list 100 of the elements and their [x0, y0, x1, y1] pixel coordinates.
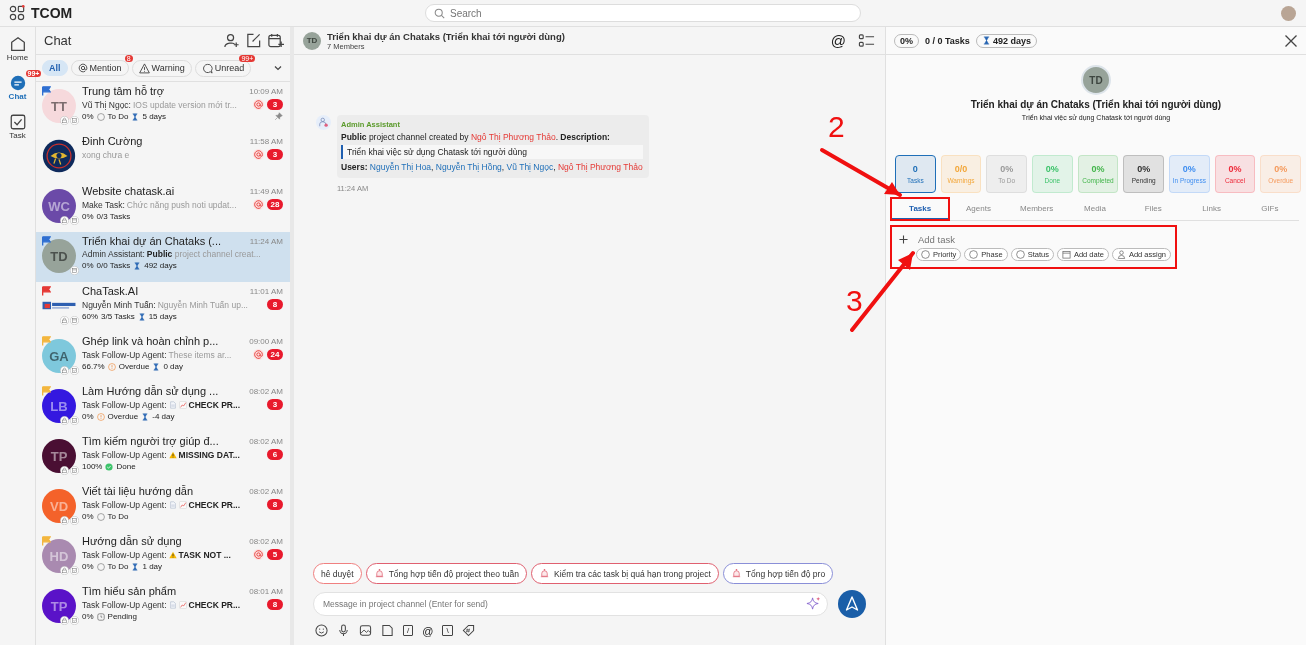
- search-field[interactable]: Search: [425, 4, 861, 22]
- filter-chip[interactable]: All: [42, 60, 68, 76]
- tab[interactable]: GIFs: [1240, 198, 1299, 220]
- sparkle-icon[interactable]: [806, 596, 821, 611]
- sender-name: Task Follow-Up Agent:: [82, 549, 167, 560]
- tab[interactable]: Media: [1065, 198, 1125, 220]
- plus-icon[interactable]: [899, 235, 908, 244]
- suggestion-chip[interactable]: Kiểm tra các task bị quá hạn trong project: [530, 563, 719, 584]
- message-input[interactable]: Message in project channel (Enter for send): [313, 592, 828, 616]
- conversation-name: Tìm kiếm người trợ giúp đ...: [82, 435, 219, 447]
- apps-icon[interactable]: [9, 5, 25, 21]
- chat-bubble-icon: [8, 74, 27, 92]
- progress-percent: 0%: [82, 512, 94, 521]
- send-button[interactable]: [838, 590, 866, 618]
- tab[interactable]: Agents: [949, 198, 1008, 220]
- suggestion-chip[interactable]: hê duyệt: [313, 563, 362, 584]
- checklist-icon[interactable]: [858, 32, 875, 49]
- mention-button[interactable]: @: [422, 624, 434, 637]
- days-remaining: -4 day: [152, 412, 175, 421]
- chart-icon: [178, 600, 187, 609]
- conversation-item[interactable]: ChaTask.AI 11:01 AM Nguyễn Minh Tuấn: Nguyễn Minh Tuấn up... 8 60% 3/5 Tasks 15 days: [36, 282, 290, 332]
- task-count: 3/5 Tasks: [101, 312, 135, 321]
- conversation-item[interactable]: HD Hướng dẫn sử dụng 08:02 AM Task Follow-Up Agent: TASK NOT ... 5 0% To Do 1 day: [36, 532, 290, 582]
- nav-item[interactable]: Home: [6, 35, 29, 62]
- tab[interactable]: Links: [1182, 198, 1241, 220]
- conversation-item[interactable]: TP Tìm hiểu sản phẩm 08:01 AM Task Follow-Up Agent: CHECK PR... 8 0% Pending: [36, 582, 290, 632]
- suggestion-chip[interactable]: Tổng hợp tiến độ pro: [722, 563, 834, 584]
- unread-badge: 3: [267, 399, 283, 410]
- progress-percent: 0%: [82, 261, 94, 270]
- sender-name: Task Follow-Up Agent:: [82, 449, 167, 460]
- exclamation-circle-icon: [107, 362, 116, 371]
- lock-icon: [60, 416, 69, 425]
- nav-item[interactable]: Chat: [8, 74, 27, 101]
- timestamp: 11:49 AM: [249, 186, 283, 196]
- filter-chip[interactable]: Mention: [70, 60, 129, 76]
- conversation-name: Ghép link và hoàn chỉnh p...: [82, 335, 219, 347]
- hourglass-icon: [141, 412, 150, 421]
- conversation-name: Tìm hiểu sản phẩm: [82, 585, 177, 597]
- checkbox-icon: [70, 116, 79, 125]
- conversation-item[interactable]: Đinh Cường 11:58 AM xong chưa e 3: [36, 132, 290, 182]
- app-name: TCOM: [31, 5, 73, 21]
- add-calendar-icon[interactable]: [267, 32, 284, 49]
- conversation-item[interactable]: TD Triển khai dự án Chataks (... 11:24 AM Admin Assistant: Public project channel creat... 0% 0/0 Tasks 492 days: [36, 232, 290, 282]
- message-preview: MISSING DAT...: [178, 449, 240, 460]
- emoji-icon[interactable]: [315, 624, 328, 637]
- document-icon: [168, 600, 177, 609]
- days-remaining: 0 day: [163, 362, 183, 371]
- unread-badge: 3: [267, 99, 283, 110]
- warning-icon: [168, 550, 177, 559]
- tab[interactable]: Members: [1007, 198, 1066, 220]
- unread-badge: 5: [267, 549, 283, 560]
- close-icon[interactable]: [1284, 33, 1298, 48]
- unread-badge: 6: [267, 449, 283, 460]
- task-count: 0 / 0 Tasks: [925, 35, 970, 46]
- unread-badge: 8: [267, 299, 283, 310]
- conversation-item[interactable]: TP Tìm kiếm người trợ giúp đ... 08:02 AM Task Follow-Up Agent: MISSING DAT... 6 100% Done: [36, 432, 290, 482]
- command-button[interactable]: /: [403, 625, 414, 636]
- compose-icon[interactable]: [245, 32, 262, 49]
- message-preview: IOS update version mới tr...: [133, 99, 237, 110]
- conversation-item[interactable]: TT Trung tâm hỗ trợ 10:09 AM Vũ Thị Ngọc: IOS update version mới tr... 3 0% To Do 5 days: [36, 82, 290, 132]
- conversation-item[interactable]: LB Làm Hướng dẫn sử dụng ... 08:02 AM Task Follow-Up Agent: CHECK PR... 3 0% Overdue -4 day: [36, 382, 290, 432]
- unread-badge: 24: [267, 349, 283, 360]
- progress-percent: 100%: [82, 462, 103, 471]
- nav-item[interactable]: Task: [8, 113, 27, 140]
- task-count: 0/0 Tasks: [96, 261, 131, 270]
- speech-bubble-icon: [201, 62, 213, 74]
- suggestion-chip[interactable]: Tổng hợp tiến độ project theo tuần: [365, 563, 527, 584]
- add-person-icon[interactable]: [223, 32, 240, 49]
- hourglass-icon: [981, 36, 991, 45]
- conversation-item[interactable]: VD Viết tài liệu hướng dẫn 08:02 AM Task Follow-Up Agent: CHECK PR... 8 0% To Do: [36, 482, 290, 532]
- progress-percent: 0%: [82, 562, 94, 571]
- hourglass-icon: [137, 312, 146, 321]
- channel-avatar: TD: [303, 31, 321, 50]
- timestamp: 11:58 AM: [249, 136, 283, 146]
- unread-badge: 28: [267, 199, 283, 210]
- conversation-item[interactable]: GA Ghép link và hoàn chỉnh p... 09:00 AM Task Follow-Up Agent: These items ar... 24 66.7% Overdue 0 day: [36, 332, 290, 382]
- task-input[interactable]: Add task: [916, 233, 1168, 246]
- checkbox-icon: [70, 566, 79, 575]
- days-remaining: 492 days: [144, 261, 177, 270]
- conversation-item[interactable]: WC Website chatask.ai 11:49 AM Make Task: Chức năng push noti updat... 28 0% 0/3 Tasks: [36, 182, 290, 232]
- home-icon: [8, 35, 27, 53]
- mention-button[interactable]: @: [830, 32, 846, 49]
- task-status: To Do: [107, 562, 129, 571]
- tab[interactable]: Files: [1124, 198, 1183, 220]
- tag-icon[interactable]: [461, 624, 475, 637]
- search-icon: [434, 8, 445, 19]
- conversation-name: Trung tâm hỗ trợ: [82, 85, 164, 97]
- command-button[interactable]: \: [442, 625, 453, 636]
- calendar-icon: [1061, 250, 1071, 259]
- timestamp: 08:02 AM: [249, 436, 283, 446]
- image-icon[interactable]: [359, 624, 372, 637]
- message-preview: xong chưa e: [82, 149, 130, 160]
- conversation-name: Làm Hướng dẫn sử dụng ...: [82, 385, 219, 397]
- filter-chip[interactable]: Warning: [131, 59, 192, 77]
- tab[interactable]: Tasks: [891, 198, 950, 220]
- warning-icon: [138, 62, 150, 74]
- file-icon[interactable]: [381, 624, 394, 637]
- message-preview: Public project channel creat...: [146, 249, 261, 259]
- task-status: Pending: [107, 612, 137, 621]
- microphone-icon[interactable]: [337, 624, 350, 637]
